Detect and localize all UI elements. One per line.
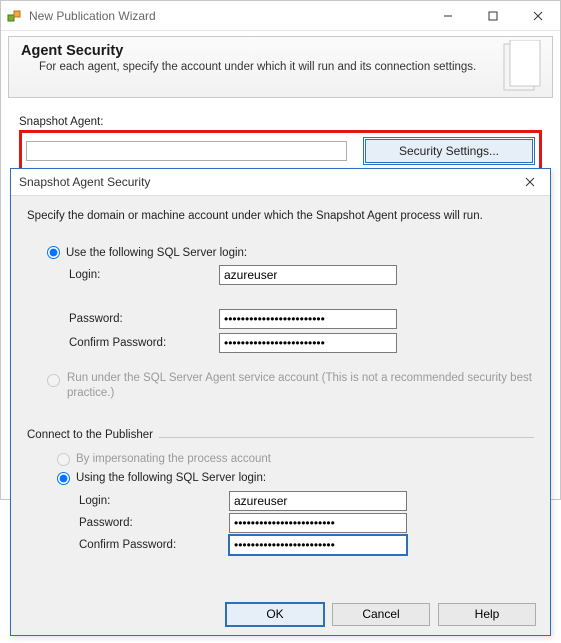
- radio-use-sql-login-label: Use the following SQL Server login:: [66, 247, 247, 259]
- radio-use-sql-login-input[interactable]: [47, 246, 60, 259]
- dialog-title: Snapshot Agent Security: [11, 175, 510, 189]
- radio-impersonate-input: [57, 453, 70, 466]
- security-settings-button[interactable]: Security Settings...: [365, 139, 533, 163]
- confirm-password-label: Confirm Password:: [69, 337, 219, 349]
- password-label: Password:: [69, 313, 219, 325]
- password-input[interactable]: [219, 309, 397, 329]
- pub-confirm-label: Confirm Password:: [79, 539, 229, 551]
- ok-button[interactable]: OK: [226, 603, 324, 626]
- titlebar: New Publication Wizard: [1, 1, 560, 31]
- radio-service-account-label: Run under the SQL Server Agent service a…: [67, 371, 534, 401]
- help-button[interactable]: Help: [438, 603, 536, 626]
- radio-use-sql-login[interactable]: Use the following SQL Server login:: [47, 246, 534, 259]
- pub-confirm-input[interactable]: [229, 535, 407, 555]
- dialog-intro: Specify the domain or machine account un…: [27, 210, 534, 222]
- pub-password-input[interactable]: [229, 513, 407, 533]
- snapshot-agent-field[interactable]: [26, 141, 347, 161]
- snapshot-agent-security-dialog: Snapshot Agent Security Specify the doma…: [10, 168, 551, 636]
- pub-password-label: Password:: [79, 517, 229, 529]
- maximize-button[interactable]: [470, 1, 515, 30]
- radio-service-account-input: [47, 374, 60, 387]
- page-title: Agent Security: [21, 43, 540, 59]
- page-subtitle: For each agent, specify the account unde…: [39, 61, 540, 73]
- radio-publisher-sql-login-label: Using the following SQL Server login:: [76, 472, 266, 484]
- close-button[interactable]: [515, 1, 560, 30]
- cancel-button[interactable]: Cancel: [332, 603, 430, 626]
- window-title: New Publication Wizard: [29, 9, 425, 23]
- pub-login-input[interactable]: [229, 491, 407, 511]
- confirm-password-input[interactable]: [219, 333, 397, 353]
- dialog-close-button[interactable]: [510, 169, 550, 195]
- login-label: Login:: [69, 269, 219, 281]
- dialog-titlebar: Snapshot Agent Security: [11, 169, 550, 196]
- connect-publisher-group: Connect to the Publisher: [27, 437, 534, 438]
- minimize-button[interactable]: [425, 1, 470, 30]
- highlight-box: Security Settings...: [19, 130, 542, 172]
- pub-login-label: Login:: [79, 495, 229, 507]
- snapshot-agent-label: Snapshot Agent:: [19, 116, 542, 128]
- wizard-header: Agent Security For each agent, specify t…: [8, 36, 553, 98]
- radio-impersonate: By impersonating the process account: [57, 453, 534, 466]
- header-decor-icon: [498, 40, 548, 94]
- login-input[interactable]: [219, 265, 397, 285]
- dialog-buttons: OK Cancel Help: [11, 593, 550, 635]
- radio-publisher-sql-login-input[interactable]: [57, 472, 70, 485]
- radio-impersonate-label: By impersonating the process account: [76, 453, 271, 465]
- radio-publisher-sql-login[interactable]: Using the following SQL Server login:: [57, 472, 534, 485]
- dialog-body: Specify the domain or machine account un…: [11, 196, 550, 593]
- connect-publisher-label: Connect to the Publisher: [27, 429, 159, 441]
- app-icon: [1, 8, 29, 24]
